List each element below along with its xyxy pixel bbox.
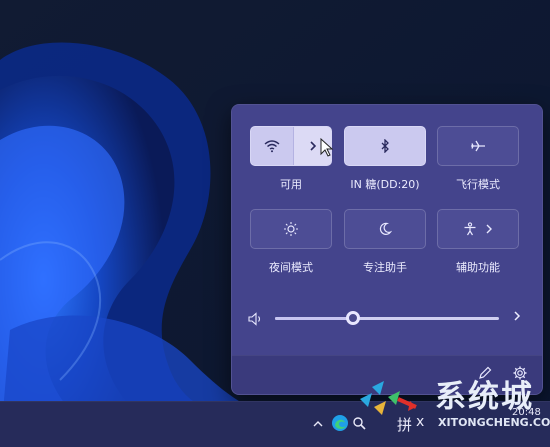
- night-light-tile[interactable]: [250, 209, 332, 249]
- night-light-icon: [284, 222, 298, 236]
- airplane-mode-tile[interactable]: [437, 126, 519, 166]
- chevron-right-icon: [486, 224, 492, 234]
- edge-icon[interactable]: [331, 414, 349, 432]
- wifi-tile-label: 可用: [280, 178, 302, 191]
- focus-assist-tile[interactable]: [344, 209, 426, 249]
- moon-icon: [379, 222, 392, 235]
- watermark-brand-text: 系统城: [435, 379, 534, 415]
- quick-settings-body: 可用 IN 糖(DD:20) 飞行模式 夜间模式 专注助手 辅助功能: [232, 105, 542, 355]
- watermark-logo: [360, 381, 417, 415]
- chevron-right-icon: [309, 141, 316, 151]
- volume-slider-fill: [275, 317, 354, 320]
- wifi-icon: [264, 140, 280, 153]
- wifi-toggle[interactable]: [251, 127, 293, 165]
- mouse-cursor-icon: [320, 138, 334, 157]
- chevron-right-icon: [514, 311, 521, 321]
- airplane-icon: [471, 140, 485, 152]
- focus-assist-tile-label: 专注助手: [363, 261, 407, 274]
- accessibility-tile-label: 辅助功能: [456, 261, 500, 274]
- night-light-tile-label: 夜间模式: [269, 261, 313, 274]
- quick-settings-panel: 可用 IN 糖(DD:20) 飞行模式 夜间模式 专注助手 辅助功能: [231, 104, 543, 395]
- bluetooth-tile-label: IN 糖(DD:20): [350, 178, 420, 191]
- accessibility-icon: [464, 222, 476, 236]
- volume-slider-track[interactable]: [275, 317, 499, 320]
- watermark-site-text: XITONGCHENG.COM: [438, 416, 550, 429]
- airplane-mode-tile-label: 飞行模式: [456, 178, 500, 191]
- volume-slider-thumb[interactable]: [346, 311, 361, 325]
- bluetooth-icon: [381, 139, 389, 153]
- accessibility-tile[interactable]: [437, 209, 519, 249]
- bluetooth-tile[interactable]: [344, 126, 426, 166]
- chevron-up-icon[interactable]: [312, 419, 324, 429]
- audio-output-button[interactable]: [510, 308, 524, 326]
- speaker-icon[interactable]: [248, 312, 264, 326]
